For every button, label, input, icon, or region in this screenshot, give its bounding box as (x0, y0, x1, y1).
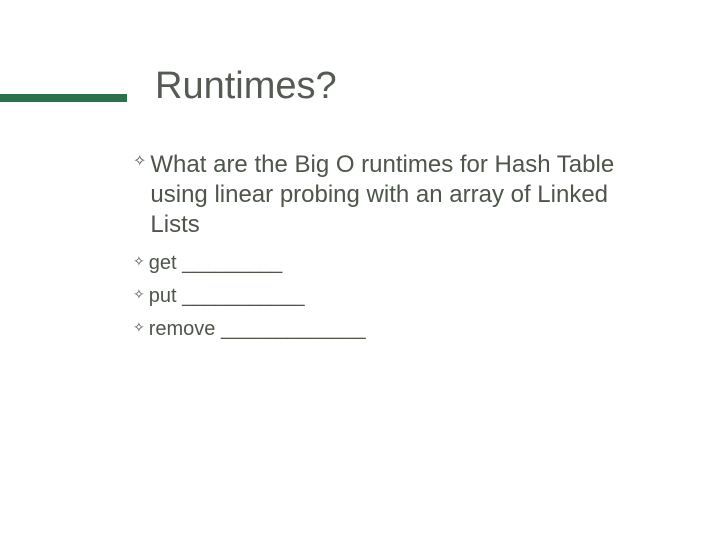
diamond-bullet-icon: ✧ (133, 320, 145, 335)
slide-content: ✧ What are the Big O runtimes for Hash T… (133, 150, 623, 349)
sub-bullet-item: ✧ get _________ (133, 250, 623, 277)
diamond-bullet-icon: ✧ (133, 287, 145, 302)
sub-bullet-list: ✧ get _________ ✧ put ___________ ✧ remo… (133, 250, 623, 343)
sub-bullet-item: ✧ put ___________ (133, 283, 623, 310)
sub-bullet-text: put ___________ (149, 283, 305, 310)
slide-title: Runtimes? (155, 66, 337, 108)
accent-bar (0, 94, 127, 102)
bullet-main-text: What are the Big O runtimes for Hash Tab… (150, 150, 623, 240)
diamond-bullet-icon: ✧ (133, 153, 146, 171)
sub-bullet-text: remove _____________ (149, 316, 366, 343)
slide: Runtimes? ✧ What are the Big O runtimes … (0, 0, 720, 540)
bullet-main: ✧ What are the Big O runtimes for Hash T… (133, 150, 623, 240)
sub-bullet-item: ✧ remove _____________ (133, 316, 623, 343)
sub-bullet-text: get _________ (149, 250, 282, 277)
diamond-bullet-icon: ✧ (133, 254, 145, 269)
